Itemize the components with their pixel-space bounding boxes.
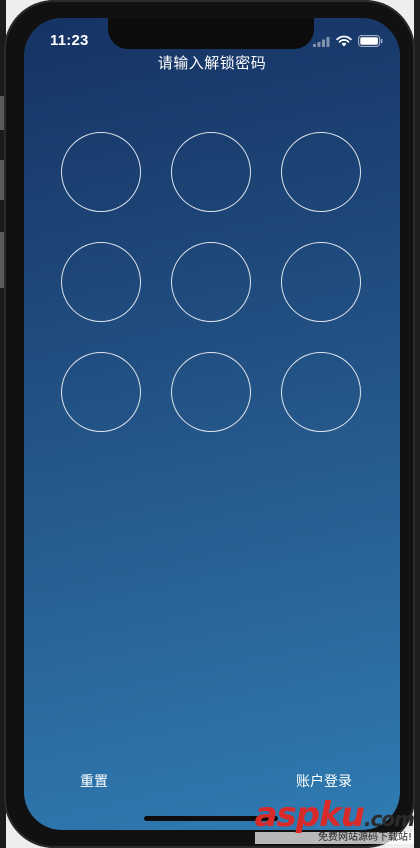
pattern-dot-2[interactable]: [171, 132, 251, 212]
desktop-background: 11:23 请输入解锁密码 重置 账户登录 aspku.com 免费网站源码下载…: [0, 0, 420, 848]
pattern-dot-9[interactable]: [281, 352, 361, 432]
watermark: aspku.com 免费网站源码下载站!: [254, 795, 415, 844]
battery-icon: [358, 35, 383, 47]
pattern-dot-7[interactable]: [61, 352, 141, 432]
cellular-signal-icon: [313, 36, 330, 47]
pattern-grid[interactable]: [61, 132, 361, 432]
device-notch: [108, 18, 314, 49]
pattern-dot-3[interactable]: [281, 132, 361, 212]
status-icons: [313, 35, 383, 47]
watermark-logo: aspku.com: [254, 795, 415, 835]
pattern-dot-8[interactable]: [171, 352, 251, 432]
unlock-prompt-title: 请输入解锁密码: [157, 54, 267, 72]
wifi-icon: [336, 35, 352, 47]
watermark-logo-tld: .com: [363, 807, 415, 831]
pattern-dot-4[interactable]: [61, 242, 141, 322]
pattern-dot-5[interactable]: [171, 242, 251, 322]
account-login-button[interactable]: 账户登录: [296, 771, 352, 791]
watermark-logo-main: aspku: [254, 795, 365, 835]
gesture-lock-screen: 11:23 请输入解锁密码 重置 账户登录: [24, 18, 400, 830]
status-time: 11:23: [50, 32, 89, 49]
pattern-dot-6[interactable]: [281, 242, 361, 322]
reset-button[interactable]: 重置: [80, 771, 108, 791]
phone-frame: 11:23 请输入解锁密码 重置 账户登录: [4, 0, 415, 848]
pattern-dot-1[interactable]: [61, 132, 141, 212]
